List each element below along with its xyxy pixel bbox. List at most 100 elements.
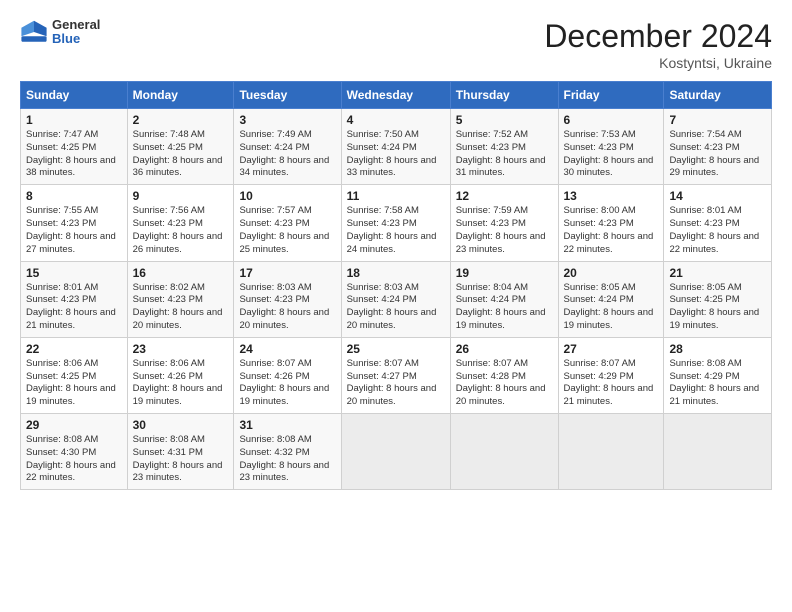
logo-icon: [20, 18, 48, 46]
day-number: 15: [26, 266, 122, 280]
calendar-cell: 7Sunrise: 7:54 AMSunset: 4:23 PMDaylight…: [664, 109, 772, 185]
calendar-cell: [450, 414, 558, 490]
day-info: Sunrise: 8:04 AMSunset: 4:24 PMDaylight:…: [456, 282, 553, 333]
day-number: 21: [669, 266, 766, 280]
logo: General Blue: [20, 18, 100, 47]
day-number: 4: [347, 113, 445, 127]
calendar-cell: 27 Sunrise: 8:07 AMSunset: 4:29 PMDayligh…: [558, 337, 664, 413]
calendar-header: SundayMondayTuesdayWednesdayThursdayFrid…: [21, 82, 772, 109]
day-number: 26: [456, 342, 553, 356]
calendar-cell: [341, 414, 450, 490]
day-info: Sunrise: 7:50 AMSunset: 4:24 PMDaylight:…: [347, 129, 445, 180]
day-number: 2: [133, 113, 229, 127]
calendar-cell: 12 Sunrise: 7:59 AMSunset: 4:23 PMDayligh…: [450, 185, 558, 261]
day-number: 14: [669, 189, 766, 203]
title-block: December 2024 Kostyntsi, Ukraine: [544, 18, 772, 71]
calendar-cell: 5Sunrise: 7:52 AMSunset: 4:23 PMDaylight…: [450, 109, 558, 185]
day-info: Sunrise: 8:06 AMSunset: 4:25 PMDaylight:…: [26, 358, 122, 409]
day-number: 9: [133, 189, 229, 203]
day-info: Sunrise: 7:58 AMSunset: 4:23 PMDaylight:…: [347, 205, 445, 256]
day-info: Sunrise: 8:02 AMSunset: 4:23 PMDaylight:…: [133, 282, 229, 333]
day-number: 19: [456, 266, 553, 280]
page: General Blue December 2024 Kostyntsi, Uk…: [0, 0, 792, 612]
logo-text: General Blue: [52, 18, 100, 47]
day-info: Sunrise: 8:08 AMSunset: 4:29 PMDaylight:…: [669, 358, 766, 409]
day-number: 20: [564, 266, 659, 280]
day-info: Sunrise: 8:05 AMSunset: 4:25 PMDaylight:…: [669, 282, 766, 333]
day-info: Sunrise: 7:57 AMSunset: 4:23 PMDaylight:…: [239, 205, 335, 256]
calendar-table: SundayMondayTuesdayWednesdayThursdayFrid…: [20, 81, 772, 490]
day-info: Sunrise: 7:56 AMSunset: 4:23 PMDaylight:…: [133, 205, 229, 256]
calendar-cell: 30 Sunrise: 8:08 AMSunset: 4:31 PMDayligh…: [127, 414, 234, 490]
day-number: 22: [26, 342, 122, 356]
calendar-cell: 14 Sunrise: 8:01 AMSunset: 4:23 PMDayligh…: [664, 185, 772, 261]
calendar-cell: 24Sunrise: 8:07 AMSunset: 4:26 PMDayligh…: [234, 337, 341, 413]
day-number: 3: [239, 113, 335, 127]
day-info: Sunrise: 8:05 AMSunset: 4:24 PMDaylight:…: [564, 282, 659, 333]
logo-blue: Blue: [52, 32, 100, 46]
day-info: Sunrise: 8:06 AMSunset: 4:26 PMDaylight:…: [133, 358, 229, 409]
calendar-cell: 26 Sunrise: 8:07 AMSunset: 4:28 PMDayligh…: [450, 337, 558, 413]
day-number: 10: [239, 189, 335, 203]
day-number: 18: [347, 266, 445, 280]
day-number: 12: [456, 189, 553, 203]
calendar-cell: 11 Sunrise: 7:58 AMSunset: 4:23 PMDayligh…: [341, 185, 450, 261]
calendar-cell: 1 Sunrise: 7:47 AMSunset: 4:25 PMDaylight…: [21, 109, 128, 185]
calendar-body: 1 Sunrise: 7:47 AMSunset: 4:25 PMDaylight…: [21, 109, 772, 490]
calendar-cell: 15 Sunrise: 8:01 AMSunset: 4:23 PMDayligh…: [21, 261, 128, 337]
day-info: Sunrise: 7:59 AMSunset: 4:23 PMDaylight:…: [456, 205, 553, 256]
day-number: 5: [456, 113, 553, 127]
day-number: 31: [239, 418, 335, 432]
day-number: 1: [26, 113, 122, 127]
day-number: 25: [347, 342, 445, 356]
weekday-saturday: Saturday: [664, 82, 772, 109]
day-number: 29: [26, 418, 122, 432]
calendar-cell: 8Sunrise: 7:55 AMSunset: 4:23 PMDaylight…: [21, 185, 128, 261]
weekday-friday: Friday: [558, 82, 664, 109]
week-row-5: 29Sunrise: 8:08 AMSunset: 4:30 PMDayligh…: [21, 414, 772, 490]
header: General Blue December 2024 Kostyntsi, Uk…: [20, 18, 772, 71]
calendar-cell: 25Sunrise: 8:07 AMSunset: 4:27 PMDayligh…: [341, 337, 450, 413]
weekday-monday: Monday: [127, 82, 234, 109]
day-number: 17: [239, 266, 335, 280]
calendar-cell: 21 Sunrise: 8:05 AMSunset: 4:25 PMDayligh…: [664, 261, 772, 337]
day-number: 8: [26, 189, 122, 203]
day-number: 6: [564, 113, 659, 127]
day-info: Sunrise: 7:48 AMSunset: 4:25 PMDaylight:…: [133, 129, 229, 180]
day-info: Sunrise: 8:08 AMSunset: 4:31 PMDaylight:…: [133, 434, 229, 485]
day-number: 13: [564, 189, 659, 203]
day-info: Sunrise: 8:03 AMSunset: 4:24 PMDaylight:…: [347, 282, 445, 333]
day-number: 30: [133, 418, 229, 432]
day-number: 23: [133, 342, 229, 356]
calendar-cell: 16Sunrise: 8:02 AMSunset: 4:23 PMDayligh…: [127, 261, 234, 337]
day-info: Sunrise: 8:01 AMSunset: 4:23 PMDaylight:…: [669, 205, 766, 256]
day-info: Sunrise: 8:01 AMSunset: 4:23 PMDaylight:…: [26, 282, 122, 333]
calendar-cell: 17Sunrise: 8:03 AMSunset: 4:23 PMDayligh…: [234, 261, 341, 337]
weekday-thursday: Thursday: [450, 82, 558, 109]
day-info: Sunrise: 8:07 AMSunset: 4:28 PMDaylight:…: [456, 358, 553, 409]
calendar-cell: 29Sunrise: 8:08 AMSunset: 4:30 PMDayligh…: [21, 414, 128, 490]
day-number: 28: [669, 342, 766, 356]
day-info: Sunrise: 8:08 AMSunset: 4:32 PMDaylight:…: [239, 434, 335, 485]
calendar-cell: 23 Sunrise: 8:06 AMSunset: 4:26 PMDayligh…: [127, 337, 234, 413]
logo-general: General: [52, 18, 100, 32]
week-row-3: 15 Sunrise: 8:01 AMSunset: 4:23 PMDayligh…: [21, 261, 772, 337]
day-number: 7: [669, 113, 766, 127]
day-number: 27: [564, 342, 659, 356]
calendar-cell: [664, 414, 772, 490]
calendar-cell: 3Sunrise: 7:49 AMSunset: 4:24 PMDaylight…: [234, 109, 341, 185]
weekday-tuesday: Tuesday: [234, 82, 341, 109]
calendar-cell: 4 Sunrise: 7:50 AMSunset: 4:24 PMDaylight…: [341, 109, 450, 185]
calendar-cell: 9 Sunrise: 7:56 AMSunset: 4:23 PMDaylight…: [127, 185, 234, 261]
calendar-cell: 2 Sunrise: 7:48 AMSunset: 4:25 PMDaylight…: [127, 109, 234, 185]
day-info: Sunrise: 7:53 AMSunset: 4:23 PMDaylight:…: [564, 129, 659, 180]
calendar-cell: 19 Sunrise: 8:04 AMSunset: 4:24 PMDayligh…: [450, 261, 558, 337]
weekday-row: SundayMondayTuesdayWednesdayThursdayFrid…: [21, 82, 772, 109]
calendar-cell: 13Sunrise: 8:00 AMSunset: 4:23 PMDayligh…: [558, 185, 664, 261]
calendar-cell: 20 Sunrise: 8:05 AMSunset: 4:24 PMDayligh…: [558, 261, 664, 337]
day-info: Sunrise: 7:47 AMSunset: 4:25 PMDaylight:…: [26, 129, 122, 180]
calendar-cell: 10 Sunrise: 7:57 AMSunset: 4:23 PMDayligh…: [234, 185, 341, 261]
day-number: 11: [347, 189, 445, 203]
day-info: Sunrise: 8:07 AMSunset: 4:29 PMDaylight:…: [564, 358, 659, 409]
week-row-1: 1 Sunrise: 7:47 AMSunset: 4:25 PMDaylight…: [21, 109, 772, 185]
